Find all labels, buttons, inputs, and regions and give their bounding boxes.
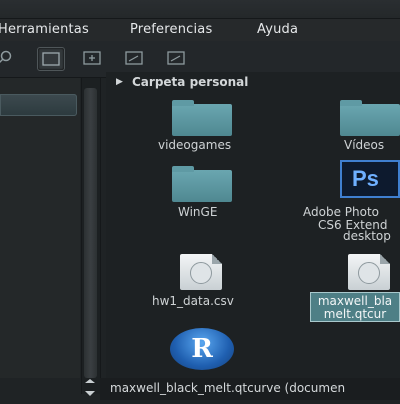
scroll-up-arrow-icon[interactable] — [85, 379, 95, 383]
folder-icon[interactable] — [172, 100, 232, 136]
search-icon — [0, 50, 12, 64]
menu-bar: Herramientas Preferencias Ayuda — [0, 19, 400, 41]
document-icon[interactable] — [348, 254, 390, 290]
title-bar — [0, 0, 400, 19]
search-button[interactable] — [0, 47, 18, 69]
compact-view-button[interactable] — [163, 47, 189, 69]
scrollbar-thumb[interactable] — [84, 88, 97, 378]
selected-file-label[interactable]: maxwell_bla melt.qtcur — [310, 292, 400, 322]
menu-preferencias[interactable]: Preferencias — [130, 19, 212, 41]
add-view-icon — [83, 51, 101, 65]
file-label-adobe-3[interactable]: desktop — [343, 229, 391, 243]
file-label-hw1[interactable]: hw1_data.csv — [152, 294, 234, 308]
file-label-winge[interactable]: WinGE — [178, 205, 217, 219]
status-text: maxwell_black_melt.qtcurve (documen — [110, 381, 346, 395]
list-view-button[interactable] — [121, 47, 147, 69]
compact-view-icon — [167, 51, 185, 65]
r-icon-text: R — [191, 334, 213, 364]
menu-herramientas[interactable]: Herramientas — [0, 19, 89, 41]
photoshop-icon[interactable]: Ps — [340, 160, 400, 198]
menu-ayuda[interactable]: Ayuda — [257, 19, 298, 41]
file-label-videogames[interactable]: videogames — [158, 138, 231, 152]
folder-icon[interactable] — [172, 166, 232, 202]
scroll-arrows — [81, 378, 99, 400]
sidebar — [0, 78, 80, 378]
photoshop-icon-text: Ps — [352, 166, 379, 191]
sidebar-scrollbar[interactable] — [81, 78, 101, 394]
status-bar: maxwell_black_melt.qtcurve (documen — [100, 378, 400, 400]
file-label-videos[interactable]: Vídeos — [344, 138, 384, 152]
document-icon[interactable] — [180, 254, 222, 290]
r-language-icon[interactable]: R — [170, 328, 234, 370]
folder-icon[interactable] — [340, 100, 400, 136]
new-view-button[interactable] — [79, 47, 105, 69]
icon-view-icon — [42, 52, 60, 66]
breadcrumb: ▶ Carpeta personal — [106, 72, 400, 92]
breadcrumb-home[interactable]: Carpeta personal — [132, 72, 248, 92]
list-view-icon — [125, 51, 143, 65]
icon-view-button[interactable] — [37, 47, 65, 71]
file-label-maxwell-2: melt.qtcur — [323, 307, 387, 321]
sidebar-selected-item[interactable] — [0, 94, 77, 116]
chevron-right-icon[interactable]: ▶ — [116, 72, 123, 92]
scroll-down-arrow-icon[interactable] — [85, 391, 95, 396]
file-label-adobe-1[interactable]: Adobe Photo — [303, 205, 379, 219]
